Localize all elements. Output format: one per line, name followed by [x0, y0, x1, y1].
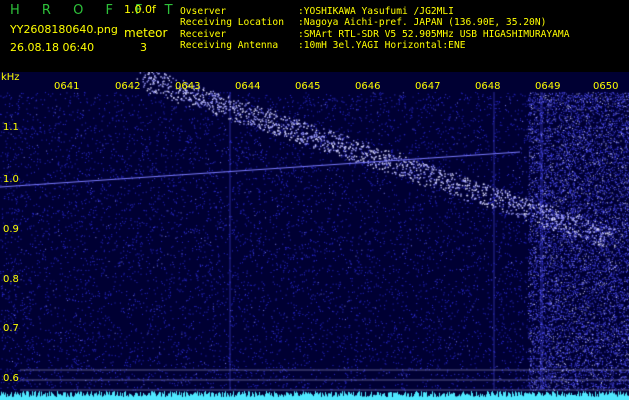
x-tick-label: 0642 — [115, 81, 141, 92]
x-tick-label: 0649 — [535, 81, 561, 92]
x-tick-label: 0650 — [593, 81, 619, 92]
y-tick-label: 1.0 — [3, 174, 19, 185]
info-value: :SMArt RTL-SDR V5 52.905MHz USB HIGASHIM… — [298, 28, 570, 40]
x-tick-label: 0647 — [415, 81, 441, 92]
x-tick-label: 0646 — [355, 81, 381, 92]
info-row-observer: Ovserver :YOSHIKAWA Yasufumi /JG2MLI — [180, 6, 569, 17]
info-key: Receiving Location — [180, 17, 284, 29]
meteor-count: 3 — [140, 41, 147, 54]
y-tick-label: 0.7 — [3, 323, 19, 334]
x-tick-label: 0644 — [235, 81, 261, 92]
version-label: 1.0.0f — [124, 3, 156, 16]
date-time: 26.08.18 06:40 — [10, 41, 95, 54]
y-tick-label: 1.1 — [3, 122, 19, 133]
info-row-location: Receiving Location :Nagoya Aichi-pref. JA… — [180, 17, 569, 28]
unit-label: kHz — [1, 72, 20, 83]
y-tick-label: 0.6 — [3, 373, 19, 384]
info-key: Receiver — [180, 28, 227, 40]
x-tick-label: 0643 — [175, 81, 201, 92]
y-tick-label: 0.8 — [3, 274, 19, 285]
info-key: Ovserver — [180, 6, 227, 17]
meteor-label: meteor — [124, 26, 168, 40]
spectrogram-canvas — [0, 72, 629, 400]
file-name: YY2608180640.png — [10, 23, 118, 36]
info-key: Receiving Antenna — [180, 40, 279, 52]
info-value: :YOSHIKAWA Yasufumi /JG2MLI — [298, 6, 454, 17]
y-tick-label: 0.9 — [3, 224, 19, 235]
info-row-receiver: Receiver :SMArt RTL-SDR V5 52.905MHz USB … — [180, 29, 569, 40]
info-value: :10mH 3el.YAGI Horizontal:ENE — [298, 40, 466, 52]
info-value: :Nagoya Aichi-pref. JAPAN (136.90E, 35.2… — [298, 17, 547, 29]
header-panel: H R O F F T 1.0.0f YY2608180640.png 26.0… — [0, 0, 629, 72]
x-tick-label: 0641 — [54, 81, 80, 92]
x-tick-label: 0645 — [295, 81, 321, 92]
station-info: Ovserver :YOSHIKAWA Yasufumi /JG2MLI Rece… — [180, 6, 569, 52]
x-tick-label: 0648 — [475, 81, 501, 92]
info-row-antenna: Receiving Antenna :10mH 3el.YAGI Horizont… — [180, 40, 569, 51]
